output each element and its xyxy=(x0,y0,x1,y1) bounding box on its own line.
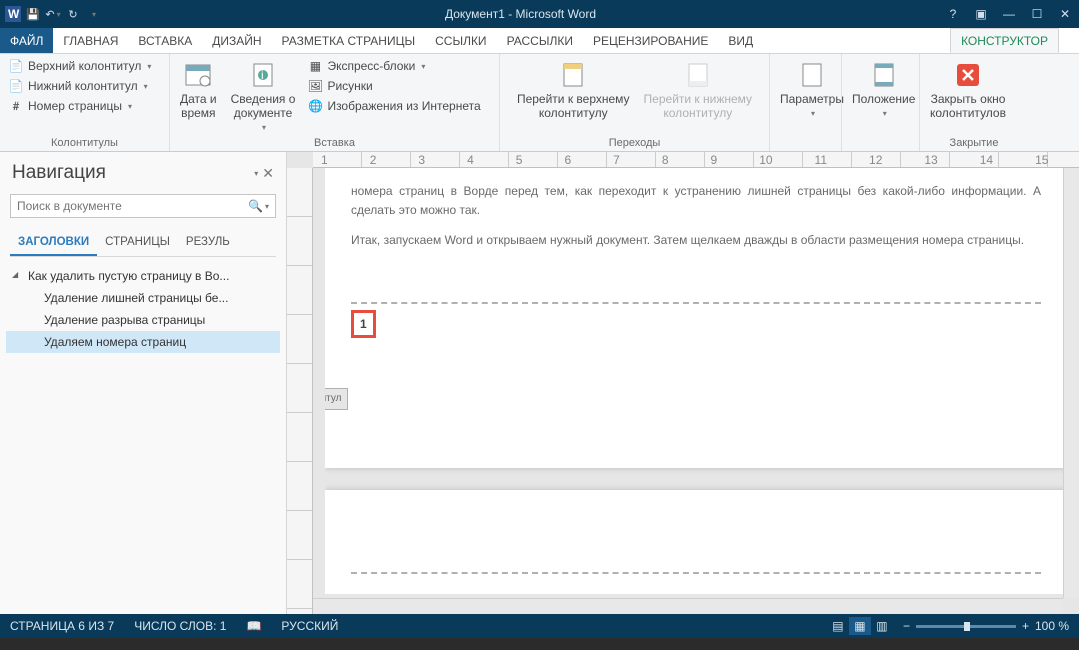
navigation-pane: Навигация ▾ ✕ 🔍▾ ЗАГОЛОВКИ СТРАНИЦЫ РЕЗУ… xyxy=(0,152,287,614)
tree-item[interactable]: Удаление лишней страницы бе... xyxy=(6,287,280,309)
undo-icon[interactable]: ↶▾ xyxy=(44,5,62,23)
title-bar: W 💾 ↶▾ ↻ ▾ Документ1 - Microsoft Word ? … xyxy=(0,0,1079,28)
vertical-ruler[interactable] xyxy=(287,168,313,614)
tab-design[interactable]: ДИЗАЙН xyxy=(202,28,271,53)
tree-item[interactable]: Как удалить пустую страницу в Во... xyxy=(6,265,280,287)
close-header-footer-button[interactable]: Закрыть окно колонтитулов xyxy=(926,57,1010,123)
close-window-icon[interactable]: ✕ xyxy=(1051,3,1079,25)
ribbon: 📄Верхний колонтитул▾ 📄Нижний колонтитул▾… xyxy=(0,54,1079,152)
navtab-results[interactable]: РЕЗУЛЬ xyxy=(178,230,238,256)
tab-insert[interactable]: ВСТАВКА xyxy=(128,28,202,53)
goto-footer-button: Перейти к нижнему колонтитулу xyxy=(640,57,757,123)
document-page[interactable] xyxy=(325,490,1067,594)
zoom-in-icon[interactable]: + xyxy=(1022,619,1029,633)
params-button[interactable]: Параметры▾ xyxy=(776,57,848,120)
vertical-scrollbar[interactable] xyxy=(1063,168,1079,598)
horizontal-ruler[interactable]: 1234567891011121314151617 xyxy=(313,152,1079,168)
group-nav-label: Переходы xyxy=(506,135,763,151)
ribbon-options-icon[interactable]: ▣ xyxy=(967,3,995,25)
status-language[interactable]: РУССКИЙ xyxy=(271,619,348,633)
horizontal-scrollbar[interactable] xyxy=(313,598,1063,614)
help-icon[interactable]: ? xyxy=(939,3,967,25)
document-area: 1234567891011121314151617 номера страниц… xyxy=(287,152,1079,614)
online-pictures-button[interactable]: 🌐Изображения из Интернета xyxy=(305,97,482,115)
qat-more-icon[interactable]: ▾ xyxy=(84,5,102,23)
nav-title: Навигация xyxy=(12,162,106,184)
goto-header-button[interactable]: Перейти к верхнему колонтитулу xyxy=(513,57,634,123)
search-icon[interactable]: 🔍 xyxy=(248,199,263,213)
view-print-icon[interactable]: ▦ xyxy=(849,617,871,635)
footer-button[interactable]: 📄Нижний колонтитул▾ xyxy=(6,77,153,95)
document-page[interactable]: номера страниц в Ворде перед тем, как пе… xyxy=(325,168,1067,468)
date-time-button[interactable]: Дата и время xyxy=(176,57,221,123)
header-button[interactable]: 📄Верхний колонтитул▾ xyxy=(6,57,153,75)
tab-layout[interactable]: РАЗМЕТКА СТРАНИЦЫ xyxy=(272,28,426,53)
nav-close-icon[interactable]: ✕ xyxy=(262,165,274,182)
tab-mailings[interactable]: РАССЫЛКИ xyxy=(497,28,583,53)
group-insert-label: Вставка xyxy=(176,135,493,151)
tree-item[interactable]: Удаляем номера страниц xyxy=(6,331,280,353)
group-headers-label: Колонтитулы xyxy=(6,135,163,151)
tab-designer[interactable]: КОНСТРУКТОР xyxy=(950,28,1059,53)
footer-zone[interactable]: 1 xyxy=(351,302,1041,370)
view-read-icon[interactable]: ▤ xyxy=(827,617,849,635)
body-text: Итак, запускаем Word и открываем нужный … xyxy=(351,231,1041,250)
status-page[interactable]: СТРАНИЦА 6 ИЗ 7 xyxy=(0,619,124,633)
zoom-slider[interactable] xyxy=(916,625,1016,628)
status-bar: СТРАНИЦА 6 ИЗ 7 ЧИСЛО СЛОВ: 1 📖 РУССКИЙ … xyxy=(0,614,1079,638)
minimize-icon[interactable]: — xyxy=(995,3,1023,25)
nav-dropdown-icon[interactable]: ▾ xyxy=(254,169,258,178)
ribbon-tabs: ФАЙЛ ГЛАВНАЯ ВСТАВКА ДИЗАЙН РАЗМЕТКА СТР… xyxy=(0,28,1079,54)
page-number-field[interactable]: 1 xyxy=(351,310,376,339)
tab-home[interactable]: ГЛАВНАЯ xyxy=(53,28,128,53)
svg-text:i: i xyxy=(261,68,264,82)
window-title: Документ1 - Microsoft Word xyxy=(102,7,939,21)
nav-search[interactable]: 🔍▾ xyxy=(10,194,276,218)
tree-item[interactable]: Удаление разрыва страницы xyxy=(6,309,280,331)
doc-info-button[interactable]: iСведения о документе▾ xyxy=(227,57,300,134)
redo-icon[interactable]: ↻ xyxy=(64,5,82,23)
save-icon[interactable]: 💾 xyxy=(24,5,42,23)
position-button[interactable]: Положение▾ xyxy=(848,57,919,120)
quick-parts-button[interactable]: ▦Экспресс-блоки▾ xyxy=(305,57,482,75)
view-web-icon[interactable]: ▥ xyxy=(871,617,893,635)
navtab-headings[interactable]: ЗАГОЛОВКИ xyxy=(10,230,97,256)
word-icon: W xyxy=(4,5,22,23)
tab-view[interactable]: ВИД xyxy=(718,28,763,53)
search-input[interactable] xyxy=(17,199,248,213)
header-zone[interactable] xyxy=(351,504,1041,574)
navtab-pages[interactable]: СТРАНИЦЫ xyxy=(97,230,178,256)
footer-tag[interactable]: титул xyxy=(325,388,348,410)
status-proofing-icon[interactable]: 📖 xyxy=(236,619,271,633)
pictures-button[interactable]: 🖼Рисунки xyxy=(305,77,482,95)
group-close-label: Закрытие xyxy=(926,135,1022,151)
tab-file[interactable]: ФАЙЛ xyxy=(0,28,53,53)
body-text: номера страниц в Ворде перед тем, как пе… xyxy=(351,182,1041,219)
maximize-icon[interactable]: ☐ xyxy=(1023,3,1051,25)
svg-text:W: W xyxy=(8,7,20,21)
zoom-value[interactable]: 100 % xyxy=(1035,619,1069,633)
tab-references[interactable]: ССЫЛКИ xyxy=(425,28,496,53)
page-number-button[interactable]: #️Номер страницы▾ xyxy=(6,97,153,115)
status-words[interactable]: ЧИСЛО СЛОВ: 1 xyxy=(124,619,236,633)
tab-review[interactable]: РЕЦЕНЗИРОВАНИЕ xyxy=(583,28,718,53)
zoom-out-icon[interactable]: − xyxy=(903,619,910,633)
